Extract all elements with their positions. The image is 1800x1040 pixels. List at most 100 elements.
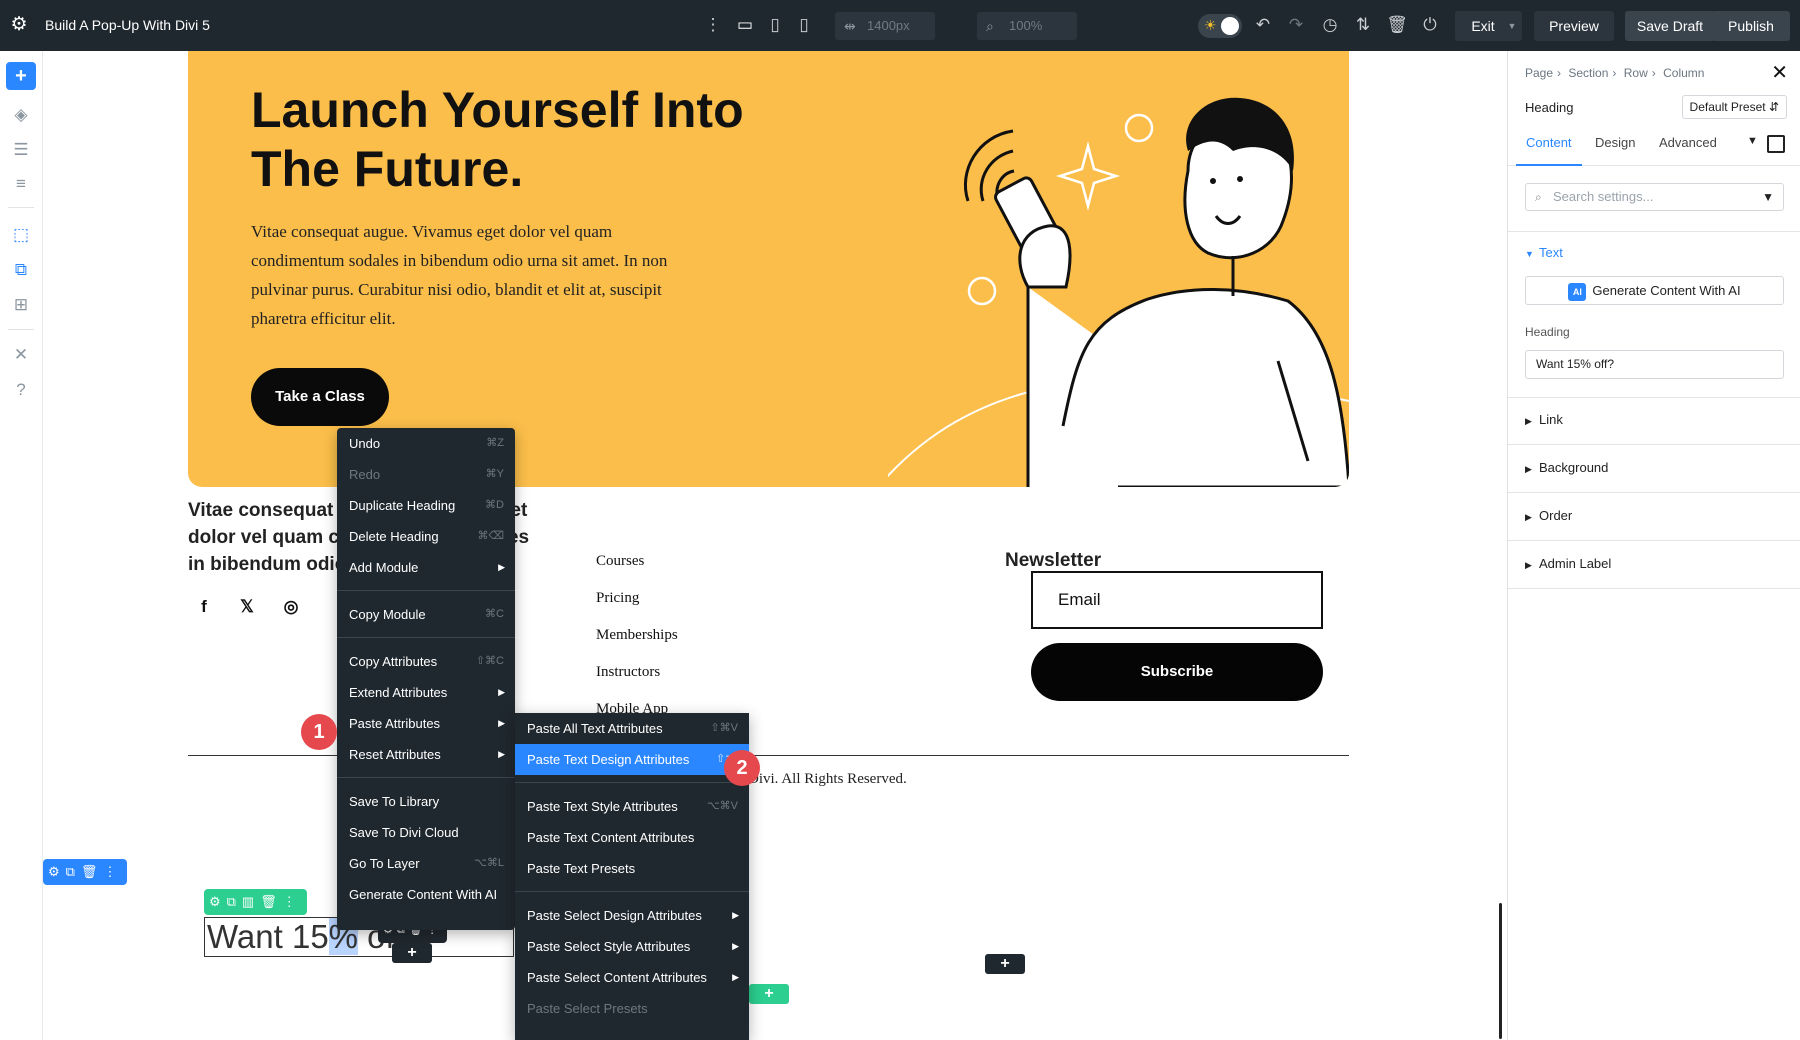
tab-design[interactable]: Design xyxy=(1595,131,1635,166)
add-module-plus-icon[interactable]: + xyxy=(392,943,432,963)
breadcrumb-column[interactable]: Column xyxy=(1663,66,1704,80)
submenu-item-paste-text-design[interactable]: Paste Text Design Attributes⇧⌥ xyxy=(515,744,749,775)
group-background-toggle[interactable]: ▶Background xyxy=(1525,460,1608,475)
footer-link-memberships[interactable]: Memberships xyxy=(596,625,678,662)
heading-text-field[interactable]: Want 15% off? xyxy=(1525,350,1784,379)
group-link-toggle[interactable]: ▶Link xyxy=(1525,412,1563,427)
menu-item-delete-heading[interactable]: Delete Heading⌘⌫ xyxy=(337,521,515,552)
newsletter-heading: Newsletter xyxy=(1005,550,1101,572)
page-settings-icon[interactable]: ⊞ xyxy=(6,291,36,319)
filter-icon[interactable]: ▼ xyxy=(1762,184,1774,210)
submenu-item-paste-text-content[interactable]: Paste Text Content Attributes xyxy=(515,822,749,853)
preview-button[interactable]: Preview xyxy=(1534,11,1614,41)
sun-icon: ☀ xyxy=(1204,17,1217,34)
trash-icon[interactable]: 🗑 xyxy=(1385,13,1409,37)
layers-icon[interactable]: ◈ xyxy=(6,101,36,129)
submenu-arrow-icon: ▶ xyxy=(732,900,739,931)
paste-attributes-submenu: Paste All Text Attributes⇧⌘V Paste Text … xyxy=(515,713,749,1040)
menu-item-copy-attributes[interactable]: Copy Attributes⇧⌘C xyxy=(337,646,515,677)
zoom-input[interactable]: ⌕ 100% xyxy=(977,12,1077,40)
add-row-plus-icon[interactable]: + xyxy=(985,954,1025,974)
menu-item-save-to-library[interactable]: Save To Library xyxy=(337,786,515,817)
tab-advanced[interactable]: Advanced xyxy=(1659,131,1717,166)
history-clock-icon[interactable]: ◷ xyxy=(1318,13,1342,37)
menu-item-undo[interactable]: Undo⌘Z xyxy=(337,428,515,459)
x-icon[interactable]: 𝕏 xyxy=(236,596,258,618)
facebook-icon[interactable]: f xyxy=(193,596,215,618)
section-controls[interactable]: ⚙⧉🗑⋮ xyxy=(43,859,127,885)
footer-link-instructors[interactable]: Instructors xyxy=(596,662,678,699)
submenu-arrow-icon: ▶ xyxy=(732,931,739,962)
menu-item-duplicate-heading[interactable]: Duplicate Heading⌘D xyxy=(337,490,515,521)
subscribe-button[interactable]: Subscribe xyxy=(1031,643,1323,701)
tabs-more-chevron-icon[interactable]: ▼ xyxy=(1747,135,1758,147)
tab-content[interactable]: Content xyxy=(1516,131,1582,166)
submenu-item-paste-text-style[interactable]: Paste Text Style Attributes⌥⌘V xyxy=(515,791,749,822)
module-name: Heading xyxy=(1525,100,1573,115)
submenu-item-paste-all-text[interactable]: Paste All Text Attributes⇧⌘V xyxy=(515,713,749,744)
width-input[interactable]: ⇹ 1400px xyxy=(835,12,935,40)
submenu-item-paste-text-presets[interactable]: Paste Text Presets xyxy=(515,853,749,884)
menu-item-copy-module[interactable]: Copy Module⌘C xyxy=(337,599,515,630)
heading-field-label: Heading xyxy=(1525,325,1570,339)
menu-item-save-to-divi-cloud[interactable]: Save To Divi Cloud xyxy=(337,817,515,848)
undo-icon[interactable]: ↶ xyxy=(1251,13,1275,37)
desktop-view-icon[interactable]: ▭ xyxy=(733,13,757,37)
add-column-plus-icon[interactable]: + xyxy=(749,984,789,1004)
preset-dropdown[interactable]: Default Preset ⇵ xyxy=(1682,95,1787,119)
submenu-arrow-icon: ▶ xyxy=(498,677,505,708)
menu-item-go-to-layer[interactable]: Go To Layer⌥⌘L xyxy=(337,848,515,879)
breadcrumb: Page› Section› Row› Column xyxy=(1525,66,1708,80)
footer-link-pricing[interactable]: Pricing xyxy=(596,588,678,625)
canvas-scrollbar[interactable] xyxy=(1499,903,1502,1039)
light-dark-toggle[interactable]: ☀ xyxy=(1198,14,1242,38)
publish-button[interactable]: Publish xyxy=(1712,11,1790,41)
click-select-icon[interactable]: ⬚ xyxy=(6,221,36,249)
panel-mode-square-icon[interactable] xyxy=(1767,135,1785,153)
group-order-toggle[interactable]: ▶Order xyxy=(1525,508,1572,523)
database-icon[interactable]: ☰ xyxy=(6,136,36,164)
rail-divider xyxy=(8,207,34,208)
close-icon[interactable]: ✕ xyxy=(1771,60,1788,85)
submenu-item-paste-select-content[interactable]: Paste Select Content Attributes▶ xyxy=(515,962,749,993)
breadcrumb-section[interactable]: Section xyxy=(1568,66,1608,80)
more-vertical-icon[interactable]: ⋮ xyxy=(701,13,725,37)
context-menu: Undo⌘Z Redo⌘Y Duplicate Heading⌘D Delete… xyxy=(337,428,515,930)
preset-icon: ⇵ xyxy=(1769,100,1779,114)
redo-icon[interactable]: ↷ xyxy=(1284,13,1308,37)
menu-item-extend-attributes[interactable]: Extend Attributes▶ xyxy=(337,677,515,708)
save-draft-button[interactable]: Save Draft xyxy=(1625,11,1715,41)
exit-dropdown-chevron-icon[interactable]: ▼ xyxy=(1502,11,1522,41)
group-admin-label-toggle[interactable]: ▶Admin Label xyxy=(1525,556,1611,571)
gear-icon[interactable]: ⚙ xyxy=(9,15,29,35)
tablet-view-icon[interactable]: ▯ xyxy=(763,13,787,37)
help-question-icon[interactable]: ? xyxy=(6,376,36,404)
menu-item-generate-content-ai[interactable]: Generate Content With AI xyxy=(337,879,515,910)
width-arrows-icon: ⇹ xyxy=(844,12,856,40)
submenu-item-paste-select-style[interactable]: Paste Select Style Attributes▶ xyxy=(515,931,749,962)
power-icon[interactable]: ⏻ xyxy=(1418,13,1442,37)
submenu-item-paste-select-design[interactable]: Paste Select Design Attributes▶ xyxy=(515,900,749,931)
menu-item-paste-attributes[interactable]: Paste Attributes▶ xyxy=(337,708,515,739)
breadcrumb-row[interactable]: Row xyxy=(1624,66,1648,80)
add-plus-icon[interactable]: + xyxy=(6,62,36,90)
tools-icon[interactable]: ✕ xyxy=(6,341,36,369)
phone-view-icon[interactable]: ▯ xyxy=(792,13,816,37)
search-settings-input[interactable]: ⌕ Search settings... ▼ xyxy=(1525,183,1784,211)
portability-icon[interactable]: ⇅ xyxy=(1351,13,1375,37)
row-controls[interactable]: ⚙⧉▥🗑⋮ xyxy=(204,889,307,915)
list-icon[interactable]: ≡ xyxy=(6,170,36,198)
group-text-toggle[interactable]: ▼Text xyxy=(1525,245,1563,260)
multi-select-icon[interactable]: ⧉ xyxy=(6,256,36,284)
email-field[interactable]: Email xyxy=(1031,571,1323,629)
breadcrumb-page[interactable]: Page xyxy=(1525,66,1553,80)
menu-item-reset-attributes[interactable]: Reset Attributes▶ xyxy=(337,739,515,770)
generate-ai-button[interactable]: AIGenerate Content With AI xyxy=(1525,276,1784,305)
menu-item-add-module[interactable]: Add Module▶ xyxy=(337,552,515,583)
toggle-knob xyxy=(1221,17,1239,35)
copyright-text: Divi. All Rights Reserved. xyxy=(748,771,907,788)
caret-right-icon: ▶ xyxy=(1525,560,1539,571)
footer-link-courses[interactable]: Courses xyxy=(596,551,678,588)
instagram-icon[interactable]: ◎ xyxy=(280,596,302,618)
take-class-button[interactable]: Take a Class xyxy=(251,368,389,426)
